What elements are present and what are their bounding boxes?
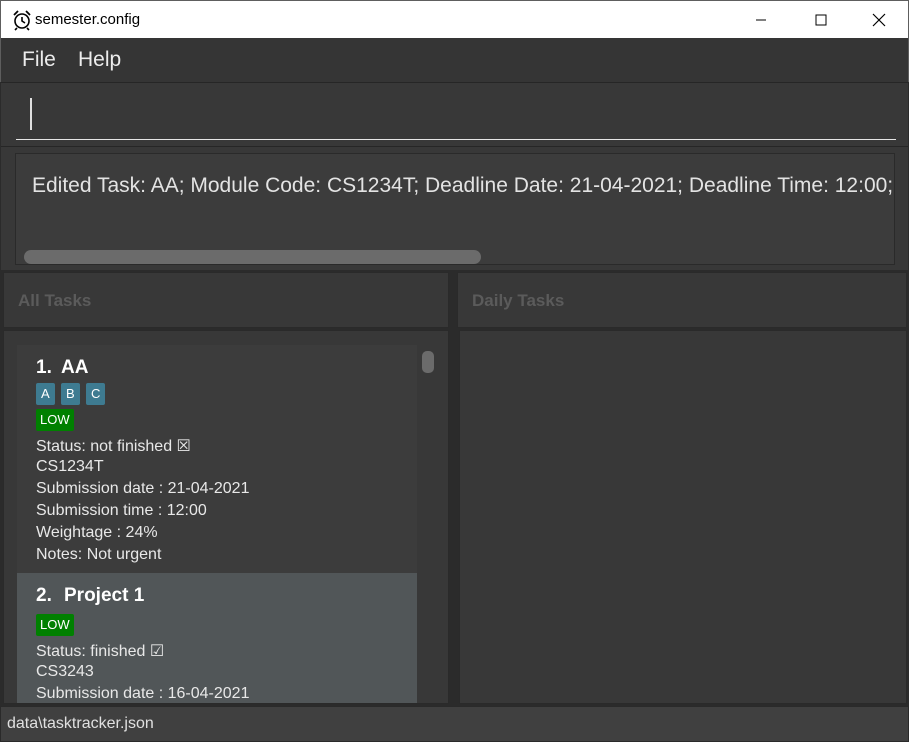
priority-badge: LOW [36,614,74,636]
title-bar: semester.config [0,0,909,38]
all-tasks-header: All Tasks [3,272,449,328]
task-module: CS1234T [36,458,104,475]
minimize-button[interactable] [731,1,791,38]
task-submission-date: Submission date : 16-04-2021 [36,685,250,702]
task-notes: Notes: Not urgent [36,546,162,563]
priority-badge: LOW [36,409,74,431]
task-name: Project 1 [64,585,145,606]
menu-bar: File Help [0,38,909,82]
data-file-path: data\tasktracker.json [7,715,154,732]
alarm-clock-icon [13,10,31,31]
status-bar: data\tasktracker.json [0,706,909,742]
menu-help[interactable]: Help [78,48,121,72]
command-input[interactable] [16,96,896,140]
panel-divider[interactable] [450,272,456,704]
tag-chip: C [86,383,106,405]
maximize-button[interactable] [791,1,851,38]
daily-tasks-header: Daily Tasks [457,272,907,328]
task-card[interactable]: 1. AA A B C LOW Status: not finished ☒ C… [17,345,417,573]
daily-task-list[interactable] [459,330,907,704]
close-button[interactable] [849,1,909,38]
task-status: Status: not finished ☒ [36,438,191,455]
result-display-panel: Edited Task: AA; Module Code: CS1234T; D… [1,146,908,270]
task-card-selected[interactable]: 2. Project 1 LOW Status: finished ☑ CS32… [17,573,417,703]
close-icon [872,13,886,26]
maximize-icon [815,14,827,25]
daily-tasks-title: Daily Tasks [472,291,565,310]
task-submission-date: Submission date : 21-04-2021 [36,480,250,497]
task-list[interactable]: 1. AA A B C LOW Status: not finished ☒ C… [3,330,449,704]
task-name: AA [61,357,89,378]
result-message: Edited Task: AA; Module Code: CS1234T; D… [32,174,894,197]
tag-chip: B [61,383,80,405]
window-title: semester.config [35,11,141,28]
text-caret [30,98,32,130]
task-weightage: Weightage : 24% [36,524,158,541]
task-index: 2. [36,585,52,606]
vertical-scrollbar[interactable] [422,351,434,373]
minimize-icon [756,19,766,20]
all-tasks-title: All Tasks [18,291,92,310]
task-index: 1. [36,357,52,378]
horizontal-scrollbar[interactable] [24,250,481,264]
menu-file[interactable]: File [22,48,56,72]
tag-chip: A [36,383,55,405]
result-display[interactable]: Edited Task: AA; Module Code: CS1234T; D… [15,153,895,265]
command-box-panel [1,82,908,146]
task-module: CS3243 [36,663,94,680]
task-submission-time: Submission time : 12:00 [36,502,207,519]
task-status: Status: finished ☑ [36,643,165,660]
